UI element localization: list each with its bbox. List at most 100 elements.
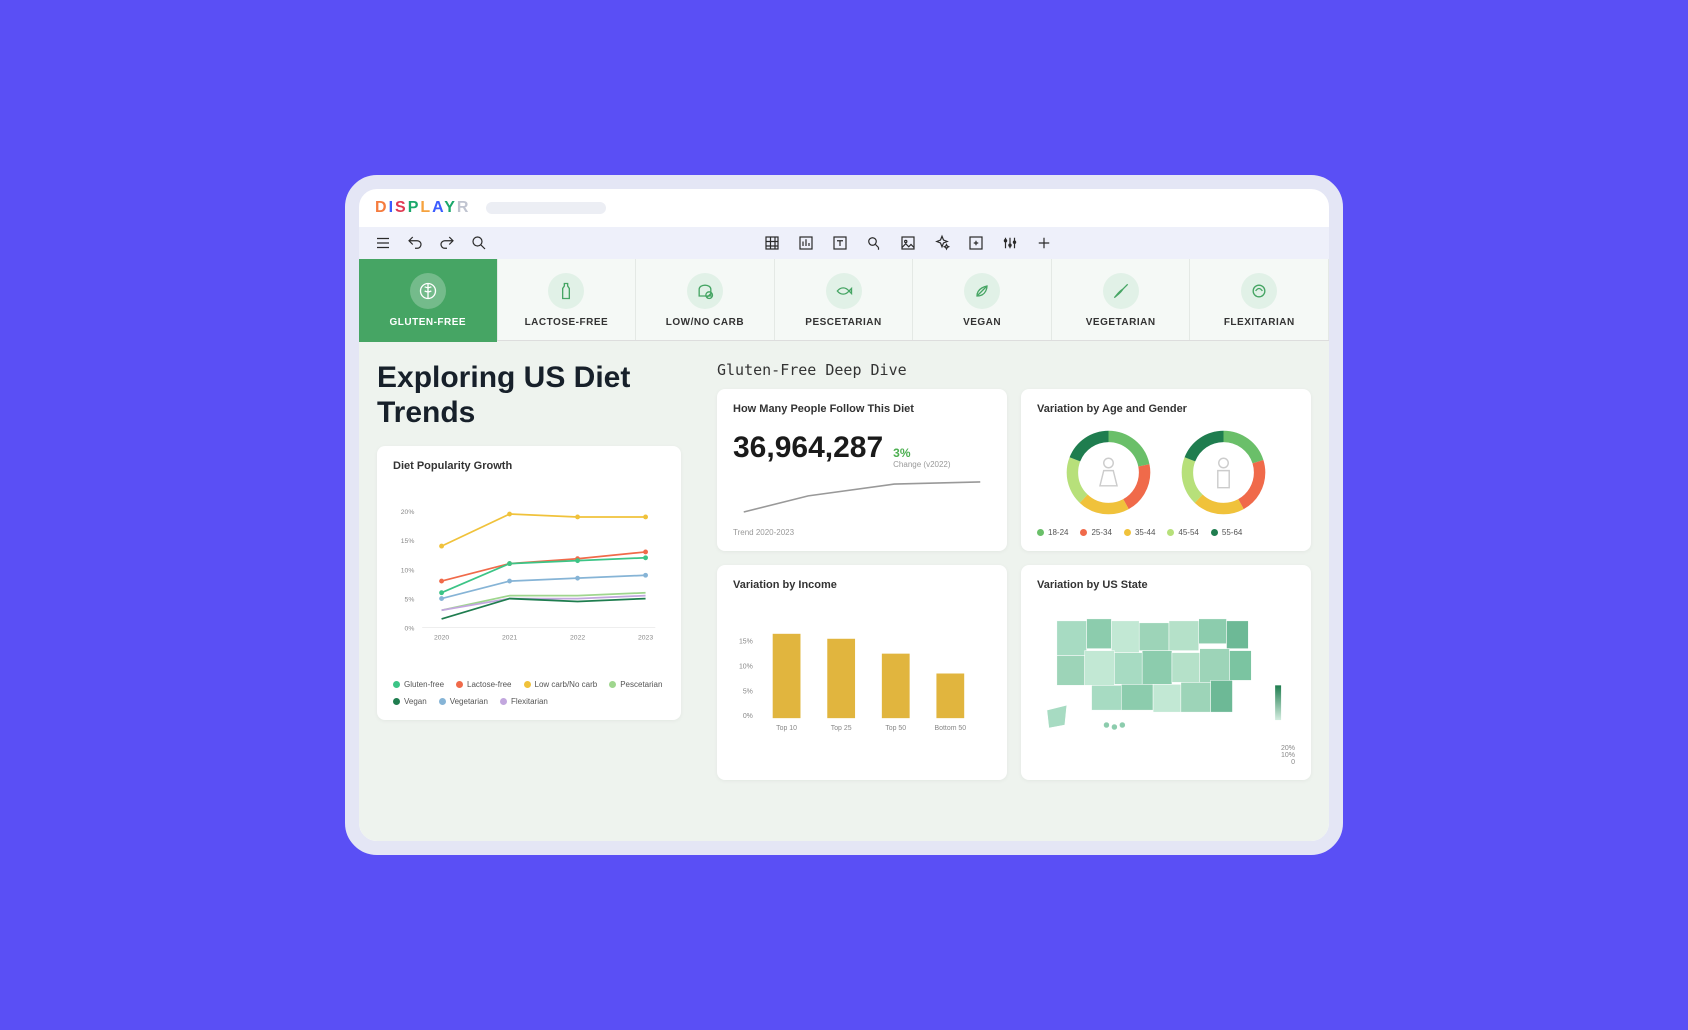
card-title: Variation by Income (733, 579, 991, 591)
bread-slash-icon (687, 273, 723, 309)
donut-male (1176, 425, 1271, 520)
scale-max: 20% (1037, 745, 1295, 752)
income-card: Variation by Income 0% 5% 10% 15% (717, 565, 1007, 780)
svg-text:10%: 10% (739, 664, 753, 671)
tab-label: Gluten-Free (363, 317, 493, 328)
trend-sparkline (733, 469, 991, 523)
tab-label: Flexitarian (1194, 317, 1324, 328)
svg-text:5%: 5% (743, 688, 753, 695)
svg-text:2021: 2021 (502, 634, 517, 641)
title-placeholder (486, 202, 606, 214)
svg-text:Bottom 50: Bottom 50 (935, 725, 967, 732)
svg-text:20%: 20% (401, 509, 415, 516)
legend-item: Vegan (404, 697, 427, 706)
svg-text:Top 50: Top 50 (885, 725, 906, 732)
diet-tabs: Gluten-Free Lactose-Free Low/No Carb Pes… (359, 259, 1329, 341)
legend-item: Vegetarian (450, 697, 488, 706)
legend-item: Low carb/No carb (535, 680, 598, 689)
tab-lactose-free[interactable]: Lactose-Free (498, 259, 637, 340)
svg-text:Top 25: Top 25 (831, 725, 852, 732)
svg-text:2022: 2022 (570, 634, 585, 641)
toolbar (359, 227, 1329, 259)
insert-table-icon[interactable] (762, 233, 782, 253)
legend-item: 45-54 (1178, 528, 1198, 537)
right-column: Gluten-Free Deep Dive How Many People Fo… (699, 341, 1329, 841)
insert-settings-icon[interactable] (1000, 233, 1020, 253)
insert-image-icon[interactable] (898, 233, 918, 253)
fish-icon (826, 273, 862, 309)
legend-item: 18-24 (1048, 528, 1068, 537)
svg-text:2020: 2020 (434, 634, 449, 641)
svg-text:Top 10: Top 10 (776, 725, 797, 732)
legend-item: Pescetarian (620, 680, 662, 689)
card-title: How Many People Follow This Diet (733, 403, 991, 415)
left-column: Exploring US Diet Trends Diet Popularity… (359, 341, 699, 841)
svg-text:0%: 0% (405, 626, 415, 633)
scale-mid: 10% (1037, 752, 1295, 759)
leaf-icon (964, 273, 1000, 309)
income-bar-chart: 0% 5% 10% 15% Top 10 Top 25 (733, 609, 991, 738)
redo-icon[interactable] (437, 233, 457, 253)
brand-logo: DISPLAYR (375, 199, 470, 217)
followers-card: How Many People Follow This Diet 36,964,… (717, 389, 1007, 551)
insert-ai-icon[interactable] (932, 233, 952, 253)
tab-vegan[interactable]: Vegan (913, 259, 1052, 340)
flex-icon (1241, 273, 1277, 309)
change-label: Change (v2022) (893, 460, 950, 469)
undo-icon[interactable] (405, 233, 425, 253)
card-title: Variation by US State (1037, 579, 1295, 591)
tab-flexitarian[interactable]: Flexitarian (1190, 259, 1329, 340)
legend-item: 55-64 (1222, 528, 1242, 537)
us-map (1037, 601, 1295, 740)
map-scale: 20% 10% 0 (1037, 745, 1295, 766)
insert-text-icon[interactable] (830, 233, 850, 253)
svg-text:10%: 10% (401, 567, 415, 574)
popularity-legend: Gluten-free Lactose-free Low carb/No car… (393, 680, 665, 706)
card-title: Variation by Age and Gender (1037, 403, 1295, 415)
tab-vegetarian[interactable]: Vegetarian (1052, 259, 1191, 340)
tab-label: Vegetarian (1056, 317, 1186, 328)
tab-pescetarian[interactable]: Pescetarian (775, 259, 914, 340)
scale-min: 0 (1037, 759, 1295, 766)
bottle-icon (548, 273, 584, 309)
card-title: Diet Popularity Growth (393, 460, 665, 472)
menu-icon[interactable] (373, 233, 393, 253)
tab-label: Pescetarian (779, 317, 909, 328)
legend-item: Flexitarian (511, 697, 548, 706)
trend-label: Trend 2020-2023 (733, 528, 991, 537)
legend-item: 35-44 (1135, 528, 1155, 537)
legend-item: Gluten-free (404, 680, 444, 689)
search-icon[interactable] (469, 233, 489, 253)
svg-text:15%: 15% (401, 538, 415, 545)
age-legend: 18-24 25-34 35-44 45-54 55-64 (1037, 528, 1295, 537)
deep-dive-title: Gluten-Free Deep Dive (717, 361, 1311, 379)
svg-text:0%: 0% (743, 713, 753, 720)
legend-item: Lactose-free (467, 680, 511, 689)
tab-gluten-free[interactable]: Gluten-Free (359, 259, 498, 340)
donut-female (1061, 425, 1156, 520)
app-window: DISPLAYR Gluten-Free Lactose- (345, 175, 1343, 855)
change-pct: 3% (893, 446, 950, 460)
followers-count: 36,964,287 (733, 431, 883, 465)
svg-text:5%: 5% (405, 596, 415, 603)
tab-label: Lactose-Free (502, 317, 632, 328)
age-gender-card: Variation by Age and Gender (1021, 389, 1311, 551)
page-title: Exploring US Diet Trends (377, 361, 681, 430)
insert-chart-icon[interactable] (796, 233, 816, 253)
popularity-line-chart: 0% 5% 10% 15% 20% 2020 2021 2022 2023 (393, 482, 665, 667)
insert-more-icon[interactable] (1034, 233, 1054, 253)
wheat-slash-icon (410, 273, 446, 309)
legend-item: 25-34 (1091, 528, 1111, 537)
carrot-icon (1103, 273, 1139, 309)
svg-text:2023: 2023 (638, 634, 653, 641)
state-card: Variation by US State (1021, 565, 1311, 780)
dashboard-content: Exploring US Diet Trends Diet Popularity… (359, 341, 1329, 841)
insert-search-icon[interactable] (864, 233, 884, 253)
tab-label: Low/No Carb (640, 317, 770, 328)
tab-low-no-carb[interactable]: Low/No Carb (636, 259, 775, 340)
tab-label: Vegan (917, 317, 1047, 328)
popularity-growth-card: Diet Popularity Growth 0% 5% 10% 15% 20%… (377, 446, 681, 720)
svg-text:15%: 15% (739, 639, 753, 646)
insert-calculation-icon[interactable] (966, 233, 986, 253)
titlebar: DISPLAYR (359, 189, 1329, 227)
